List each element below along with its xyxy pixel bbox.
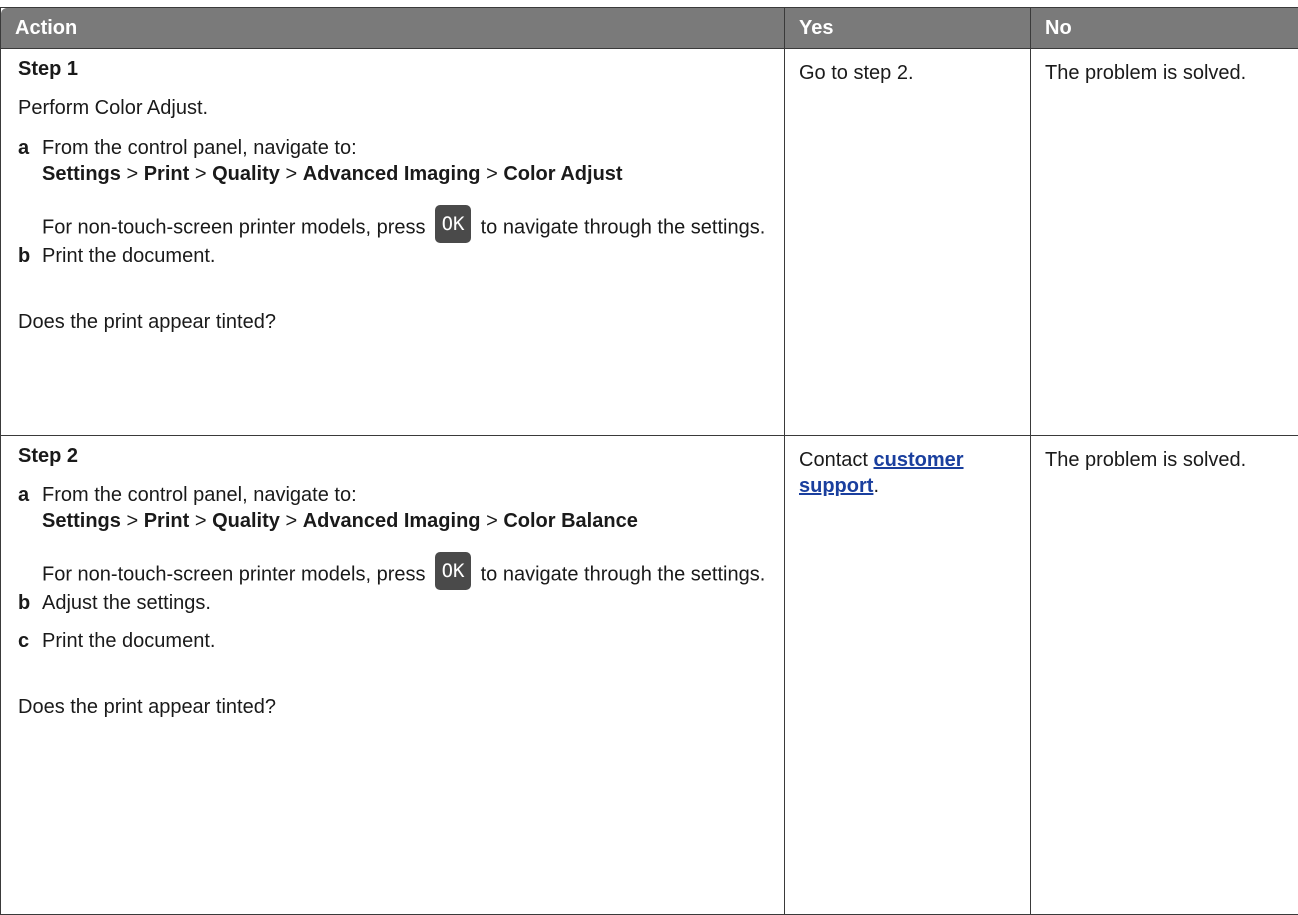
troubleshooting-table: Action Yes No Step 1 Perform Color Adjus… — [0, 7, 1298, 915]
header-action: Action — [1, 8, 785, 49]
list-item-text: Adjust the settings. — [42, 590, 770, 616]
list-marker: b — [18, 243, 42, 269]
table-row: Step 2 a From the control panel, navigat… — [1, 436, 1298, 915]
nav-segment: Quality — [212, 163, 280, 185]
list-item: a From the control panel, navigate to: S… — [18, 482, 770, 590]
table-row: Step 1 Perform Color Adjust. a From the … — [1, 49, 1298, 436]
list-item: b Print the document. — [18, 243, 770, 269]
header-yes: Yes — [785, 8, 1031, 49]
nav-segment: Settings — [42, 510, 121, 532]
nav-separator: > — [195, 163, 207, 185]
list-item: c Print the document. — [18, 628, 770, 654]
nav-separator: > — [285, 510, 297, 532]
no-cell: The problem is solved. — [1031, 49, 1298, 436]
list-item-text: From the control panel, navigate to: — [42, 135, 770, 161]
nav-segment: Color Adjust — [503, 163, 622, 185]
yes-cell: Contact customer support. — [785, 436, 1031, 915]
table-header-row: Action Yes No — [1, 8, 1298, 49]
yes-cell: Go to step 2. — [785, 49, 1031, 436]
nav-separator: > — [486, 510, 498, 532]
nav-separator: > — [285, 163, 297, 185]
step-title: Step 2 — [18, 444, 770, 482]
list-item-note: For non-touch-screen printer models, pre… — [42, 560, 770, 590]
list-item-text: Print the document. — [42, 628, 770, 654]
navigation-path: Settings > Print > Quality > Advanced Im… — [42, 508, 770, 534]
step-intro: Perform Color Adjust. — [18, 95, 770, 121]
note-text: to navigate through the settings. — [481, 216, 766, 238]
list-item-text: Print the document. — [42, 243, 770, 269]
yes-text: Contact — [799, 449, 868, 471]
note-text: For non-touch-screen printer models, pre… — [42, 216, 426, 238]
navigation-path: Settings > Print > Quality > Advanced Im… — [42, 161, 770, 187]
step-question: Does the print appear tinted? — [18, 694, 770, 720]
list-marker: a — [18, 482, 42, 590]
list-item-note: For non-touch-screen printer models, pre… — [42, 213, 770, 243]
ok-button-icon: OK — [435, 552, 471, 590]
nav-segment: Color Balance — [503, 510, 637, 532]
nav-segment: Quality — [212, 510, 280, 532]
nav-separator: > — [126, 510, 138, 532]
nav-separator: > — [486, 163, 498, 185]
nav-separator: > — [126, 163, 138, 185]
nav-segment: Print — [144, 510, 190, 532]
header-no: No — [1031, 8, 1298, 49]
ok-button-icon: OK — [435, 205, 471, 243]
nav-separator: > — [195, 510, 207, 532]
action-cell: Step 2 a From the control panel, navigat… — [1, 436, 785, 915]
list-marker: c — [18, 628, 42, 654]
list-marker: a — [18, 135, 42, 243]
nav-segment: Settings — [42, 163, 121, 185]
nav-segment: Advanced Imaging — [303, 510, 481, 532]
nav-segment: Print — [144, 163, 190, 185]
note-text: For non-touch-screen printer models, pre… — [42, 563, 426, 585]
action-cell: Step 1 Perform Color Adjust. a From the … — [1, 49, 785, 436]
step-title: Step 1 — [18, 57, 770, 95]
nav-segment: Advanced Imaging — [303, 163, 481, 185]
list-marker: b — [18, 590, 42, 616]
yes-text-end: . — [873, 475, 879, 497]
no-cell: The problem is solved. — [1031, 436, 1298, 915]
step-question: Does the print appear tinted? — [18, 309, 770, 335]
list-item: b Adjust the settings. — [18, 590, 770, 616]
note-text: to navigate through the settings. — [481, 563, 766, 585]
list-item: a From the control panel, navigate to: S… — [18, 135, 770, 243]
list-item-text: From the control panel, navigate to: — [42, 482, 770, 508]
